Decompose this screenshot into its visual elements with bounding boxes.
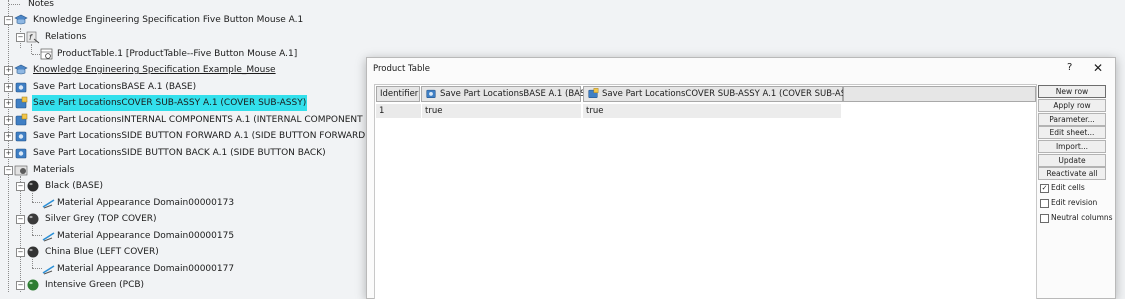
material-sphere-icon <box>27 213 39 225</box>
tree-guide-line <box>32 259 33 268</box>
import-button[interactable]: Import... <box>1038 140 1106 153</box>
expand-toggle[interactable]: − <box>16 248 25 257</box>
tree-item-label: Material Appearance Domain00000173 <box>57 198 235 208</box>
tree-guide-line <box>32 268 42 269</box>
expand-toggle[interactable]: + <box>4 99 13 108</box>
reactivate-all-button[interactable]: Reactivate all <box>1038 167 1106 180</box>
material-sphere-icon <box>27 180 39 192</box>
expand-toggle[interactable]: − <box>16 281 25 290</box>
appearance-domain-icon <box>42 265 55 275</box>
tree-item-label: Material Appearance Domain00000175 <box>57 231 235 241</box>
material-sphere-icon <box>27 279 39 291</box>
table-cell[interactable]: 1 <box>376 104 421 118</box>
expand-toggle[interactable]: + <box>4 132 13 141</box>
expand-toggle[interactable]: + <box>4 83 13 92</box>
save-part-locations-icon <box>15 131 27 142</box>
relations-icon: f <box>26 31 40 44</box>
specification-tree: Notes − Knowledge Engineering Specificat… <box>0 0 370 292</box>
save-part-locations-icon <box>15 96 28 109</box>
column-header-save-cover[interactable]: Save Part LocationsCOVER SUB-ASSY A.1 (C… <box>583 86 860 102</box>
tree-guide-line <box>32 193 33 202</box>
tree-guide-line <box>8 0 9 292</box>
expand-toggle[interactable]: − <box>4 16 13 25</box>
appearance-domain-icon <box>42 199 55 209</box>
materials-folder-icon <box>14 165 28 176</box>
edit-sheet-button[interactable]: Edit sheet... <box>1038 126 1106 139</box>
tree-guide-line <box>20 176 21 292</box>
tree-item-label: Knowledge Engineering Specification Five… <box>33 15 304 25</box>
checkbox-checked-icon: ✓ <box>1040 184 1049 193</box>
table-cell[interactable]: true <box>422 104 581 118</box>
apply-row-button[interactable]: Apply row <box>1038 99 1106 112</box>
parameter-button[interactable]: Parameter... <box>1038 113 1106 126</box>
column-header-identifier[interactable]: Identifier <box>376 86 420 102</box>
checkbox-unchecked-icon <box>1040 214 1049 223</box>
knowledge-spec-icon <box>14 64 28 75</box>
dialog-title: Product Table <box>373 64 430 74</box>
tree-item-label: Relations <box>45 32 87 42</box>
appearance-domain-icon <box>42 232 55 242</box>
tree-guide-line <box>32 202 42 203</box>
new-row-button[interactable]: New row <box>1038 85 1106 98</box>
knowledge-spec-icon <box>14 14 28 25</box>
expand-toggle[interactable]: + <box>4 149 13 158</box>
help-button[interactable]: ? <box>1067 62 1072 73</box>
material-sphere-icon <box>27 246 39 258</box>
close-button[interactable]: ✕ <box>1093 61 1103 75</box>
tree-item-label: Notes <box>28 0 54 9</box>
tree-item-label: Silver Grey (TOP COVER) <box>45 214 157 224</box>
product-table-grid: Identifier Save Part LocationsBASE A.1 (… <box>374 84 1037 299</box>
checkbox-unchecked-icon <box>1040 199 1049 208</box>
product-table-icon <box>40 48 53 60</box>
expand-toggle[interactable]: − <box>4 166 13 175</box>
tree-item-label: Intensive Green (PCB) <box>45 280 145 290</box>
product-table-dialog: Product Table ? ✕ Identifier Save Part L… <box>366 57 1116 299</box>
tree-item-label: ProductTable.1 [ProductTable--Five Butto… <box>57 49 298 59</box>
column-header-save-base[interactable]: Save Part LocationsBASE A.1 (BASE) <box>421 86 594 102</box>
expand-toggle[interactable]: − <box>16 182 25 191</box>
tree-item-label: Save Part LocationsSIDE BUTTON BACK A.1 … <box>33 148 326 158</box>
tree-guide-line <box>31 44 32 54</box>
save-part-locations-icon <box>588 88 599 99</box>
table-cell[interactable]: true <box>583 104 841 118</box>
tree-guide-line <box>32 226 33 235</box>
tree-item-label: Save Part LocationsCOVER SUB-ASSY A.1 (C… <box>32 95 308 111</box>
expand-toggle[interactable]: + <box>4 116 13 125</box>
tree-guide-line <box>32 235 42 236</box>
tree-item-label: Materials <box>33 165 75 175</box>
update-button[interactable]: Update <box>1038 154 1106 167</box>
tree-item-label: Save Part LocationsBASE A.1 (BASE) <box>33 82 197 92</box>
tree-item-label: Material Appearance Domain00000177 <box>57 264 235 274</box>
tree-item-label: Save Part LocationsSIDE BUTTON FORWARD A… <box>33 131 366 141</box>
expand-toggle[interactable]: − <box>16 33 25 42</box>
tree-item-label: Black (BASE) <box>45 181 103 191</box>
tree-item-label: Knowledge Engineering Specification Exam… <box>33 65 276 75</box>
tree-item-label: China Blue (LEFT COVER) <box>45 247 159 257</box>
save-part-locations-icon <box>15 148 27 159</box>
save-part-locations-icon <box>15 113 28 126</box>
expand-toggle[interactable]: + <box>4 66 13 75</box>
tree-item-label: Save Part LocationsINTERNAL COMPONENTS A… <box>33 115 363 125</box>
expand-toggle[interactable]: − <box>16 215 25 224</box>
column-header-empty <box>843 86 1036 102</box>
save-part-locations-icon <box>426 89 436 99</box>
tree-guide-line <box>9 4 20 5</box>
save-part-locations-icon <box>15 82 27 93</box>
